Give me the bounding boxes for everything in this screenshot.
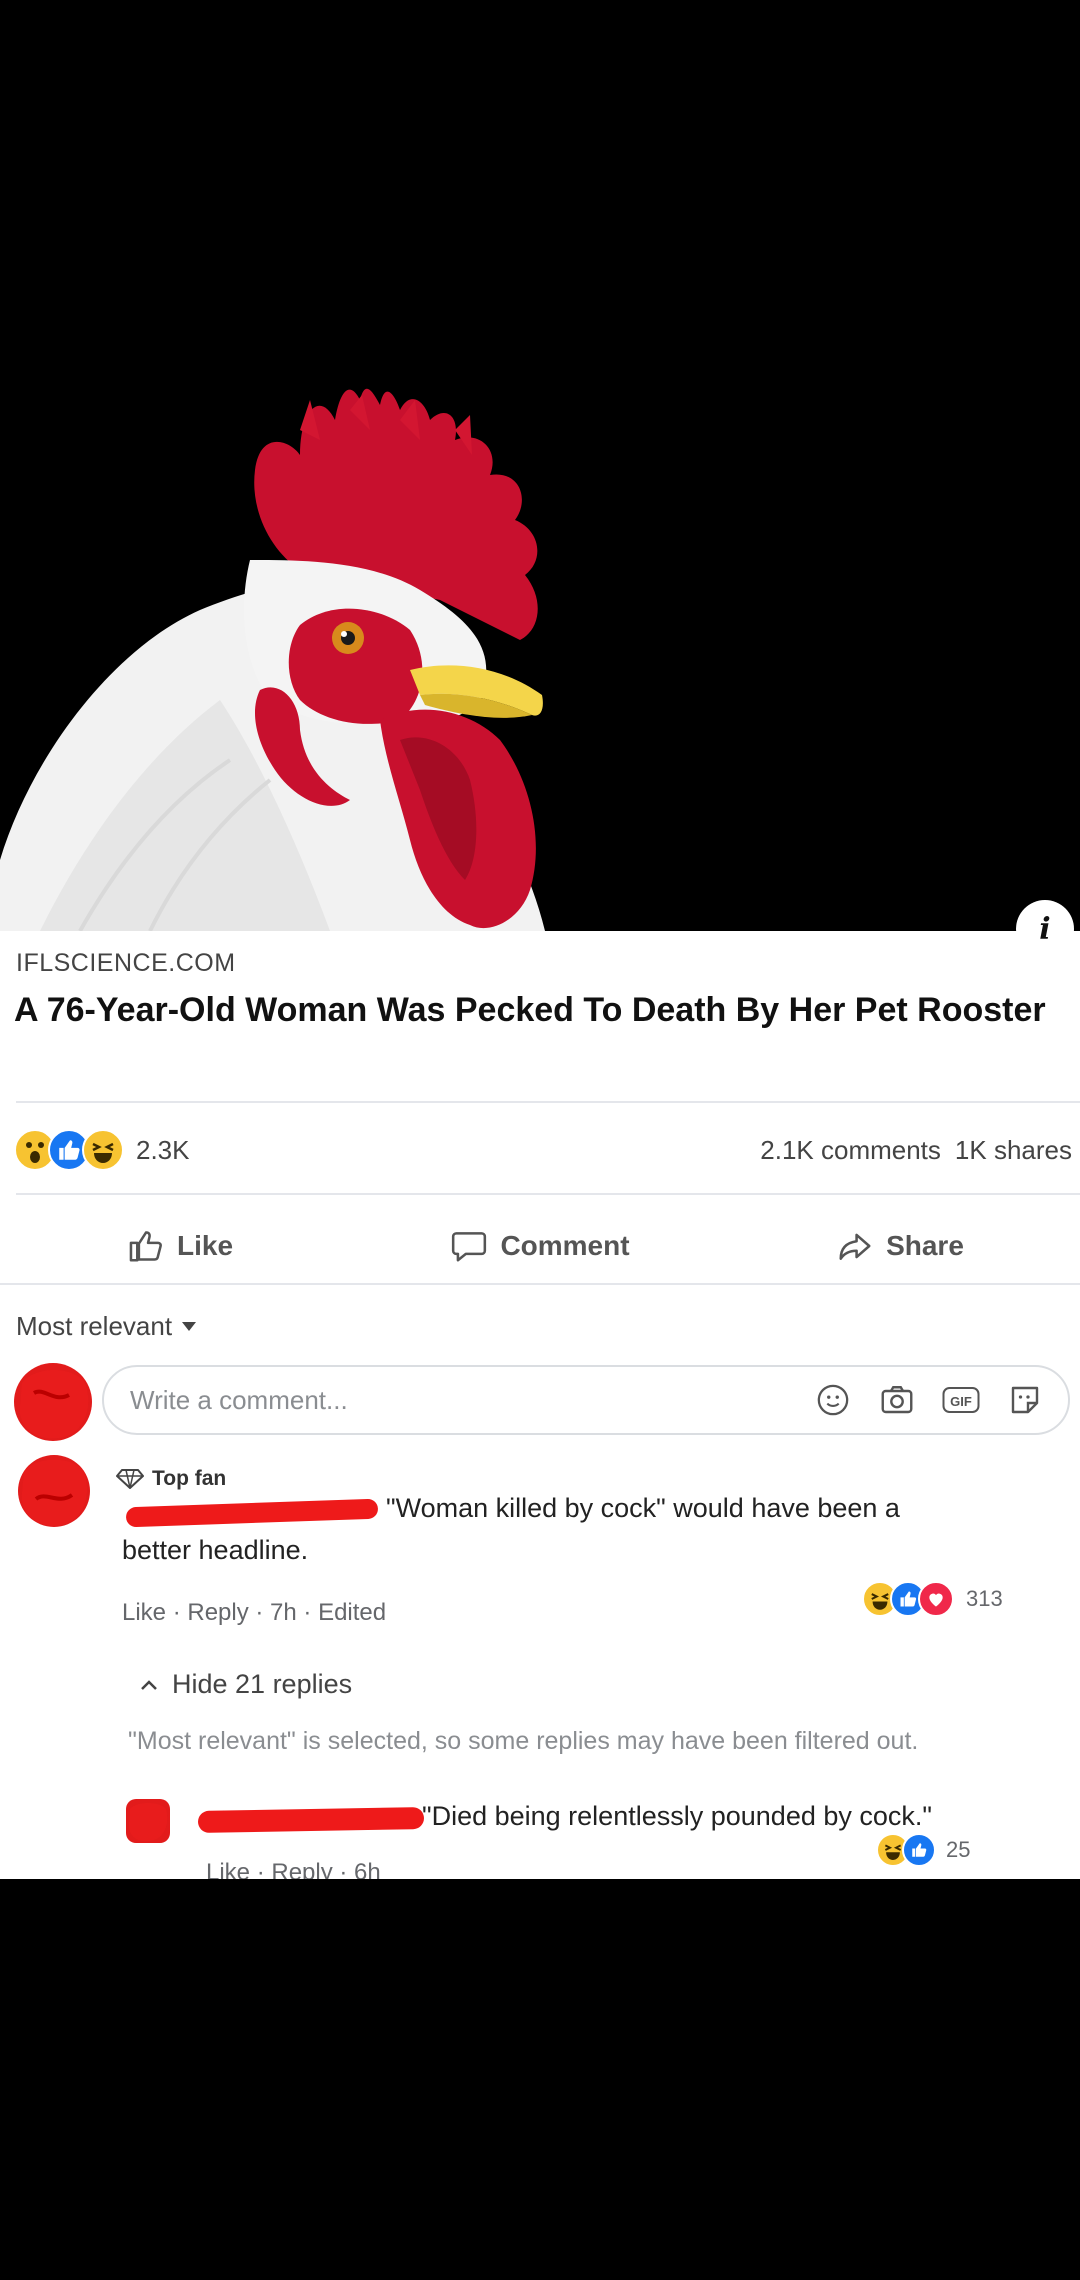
shares-count[interactable]: 1K shares — [955, 1135, 1072, 1166]
reaction-summary[interactable]: 2.3K — [14, 1127, 190, 1173]
redacted-name — [125, 1498, 379, 1528]
divider — [16, 1193, 1080, 1195]
comment-reaction-count: 313 — [966, 1586, 1003, 1611]
gif-icon[interactable]: GIF — [942, 1381, 980, 1419]
share-arrow-icon — [839, 1233, 871, 1260]
comment-reply-link[interactable]: Reply — [187, 1599, 248, 1626]
sort-label: Most relevant — [16, 1311, 173, 1341]
haha-icon — [82, 1129, 124, 1171]
comment-edited[interactable]: Edited — [318, 1599, 386, 1626]
reply-text: "Died being relentlessly pounded by cock… — [422, 1801, 932, 1831]
share-button[interactable]: Share — [720, 1201, 1080, 1291]
avatar[interactable] — [126, 1799, 170, 1843]
top-fan-badge: Top fan — [116, 1467, 226, 1491]
chevron-up-icon — [141, 1679, 157, 1690]
action-bar: Like Comment Share — [0, 1201, 1080, 1291]
comment-meta: Like · Reply · 7h · Edited — [122, 1599, 387, 1626]
filter-notice: "Most relevant" is selected, so some rep… — [128, 1727, 919, 1755]
reply-like-link[interactable]: Like — [206, 1859, 250, 1879]
gif-label: GIF — [950, 1394, 972, 1409]
emoji-icon[interactable] — [814, 1381, 852, 1419]
comment-reactions[interactable]: 313 — [862, 1581, 1003, 1617]
hide-replies-button[interactable]: Hide 21 replies — [140, 1669, 352, 1700]
post-card: IFLSCIENCE.COM A 76-Year-Old Woman Was P… — [0, 931, 1080, 1879]
comment-text: "Woman killed by cock" would have been a — [386, 1493, 900, 1523]
like-icon — [902, 1833, 936, 1867]
redacted-name — [197, 1807, 425, 1833]
comment-like-link[interactable]: Like — [122, 1599, 166, 1626]
post-image[interactable] — [0, 0, 1080, 931]
diamond-icon — [116, 1469, 144, 1489]
sticker-icon[interactable] — [1006, 1381, 1044, 1419]
rooster-image — [0, 388, 545, 931]
reply-reaction-count: 25 — [946, 1837, 971, 1862]
comment-placeholder: Write a comment... — [130, 1384, 348, 1415]
comments-count[interactable]: 2.1K comments — [760, 1135, 941, 1166]
comment-input[interactable]: Write a comment... GIF — [102, 1365, 1070, 1435]
reply-meta: Like · Reply · 6h — [206, 1859, 381, 1879]
comment-button[interactable]: Comment — [360, 1201, 720, 1291]
speech-bubble-icon — [452, 1232, 487, 1262]
reply-reply-link[interactable]: Reply — [271, 1859, 332, 1879]
share-label: Share — [886, 1230, 964, 1261]
like-button[interactable]: Like — [0, 1201, 360, 1291]
thumbs-up-icon — [129, 1231, 162, 1262]
reply-time: 6h — [354, 1859, 381, 1879]
comment-label: Comment — [500, 1230, 630, 1261]
camera-icon[interactable] — [878, 1381, 916, 1419]
link-headline[interactable]: A 76-Year-Old Woman Was Pecked To Death … — [14, 987, 1054, 1033]
reply-reactions[interactable]: 25 — [876, 1833, 970, 1867]
hide-replies-label: Hide 21 replies — [172, 1669, 353, 1699]
comment-time: 7h — [270, 1599, 297, 1626]
comment-sort-dropdown[interactable]: Most relevant — [16, 1311, 197, 1342]
avatar[interactable] — [14, 1363, 92, 1441]
divider — [16, 1101, 1080, 1103]
divider — [0, 1283, 1080, 1285]
love-icon — [918, 1581, 954, 1617]
avatar[interactable] — [18, 1455, 90, 1527]
top-fan-label: Top fan — [152, 1467, 227, 1490]
caret-down-icon — [182, 1321, 197, 1331]
reaction-count: 2.3K — [136, 1134, 190, 1165]
link-source[interactable]: IFLSCIENCE.COM — [16, 949, 236, 978]
comment-text: better headline. — [122, 1535, 309, 1565]
like-label: Like — [176, 1230, 234, 1261]
info-icon[interactable]: i — [1016, 900, 1074, 958]
